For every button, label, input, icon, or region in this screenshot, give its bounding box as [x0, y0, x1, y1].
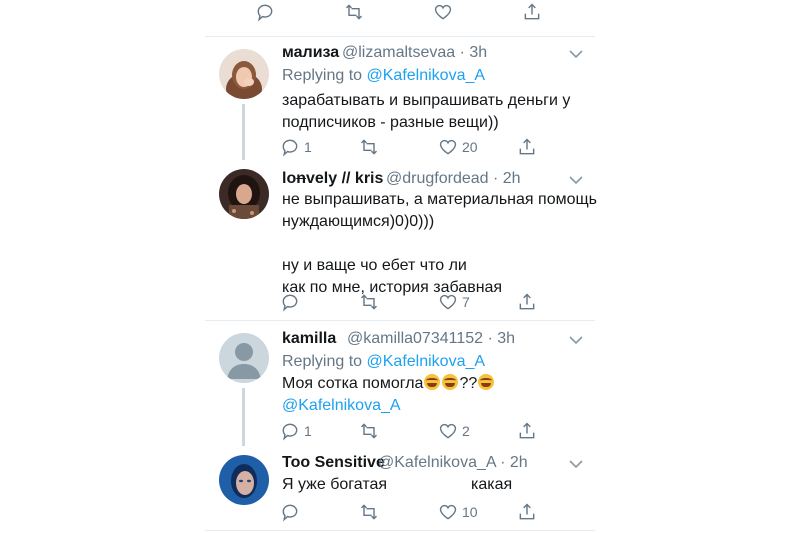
author-name[interactable]: lonvely // kris [282, 170, 383, 188]
tweet-text-line: нуждающимся)0)0))) [282, 213, 435, 230]
author-name-strike: n [296, 170, 306, 187]
like-button[interactable]: 10 [438, 502, 478, 522]
tweet-text-before: Я уже богатая [282, 476, 388, 493]
share-icon [519, 293, 535, 310]
tweet-text: Моя сотка помогла?? @Kafelnikova_A [282, 373, 495, 417]
reply-count: 1 [304, 139, 312, 155]
share-button[interactable] [517, 137, 537, 157]
retweet-icon [360, 504, 378, 520]
like-button[interactable]: 20 [438, 137, 478, 157]
reply-icon [257, 4, 273, 22]
laughing-emoji-icon [442, 374, 459, 390]
share-button[interactable] [517, 502, 537, 522]
like-button[interactable]: 7 [438, 292, 470, 312]
share-icon [524, 3, 540, 20]
retweet-icon [360, 139, 378, 155]
author-name-part: vely // kris [306, 170, 384, 187]
reply-button[interactable]: 1 [280, 137, 312, 157]
laughing-emoji-icon [478, 374, 495, 390]
tweet-text-line: Моя сотка помогла?? [282, 373, 495, 395]
mention-link[interactable]: @Kafelnikova_A [282, 395, 495, 417]
mention-link[interactable]: @Kafelnikova_A [367, 353, 486, 370]
tweet-text-line: ну и ваще чо ебет что ли [282, 257, 467, 274]
replying-to: Replying to @Kafelnikova_A [282, 353, 485, 371]
tweet-text-after: какая [471, 476, 513, 493]
divider [205, 530, 595, 531]
top-like-button[interactable] [433, 2, 453, 22]
replying-to-label: Replying to [282, 353, 363, 370]
top-share-button[interactable] [522, 2, 542, 22]
like-count: 20 [462, 139, 478, 155]
tweet-text-line: подписчиков - разные вещи)) [282, 114, 499, 131]
thread-line [242, 388, 245, 446]
laughing-emoji-icon [424, 374, 441, 390]
retweet-button[interactable] [359, 421, 379, 441]
mention-link[interactable]: @Kafelnikova_A [367, 67, 486, 84]
tweet-text-line: зарабатывать и выпрашивать деньги у [282, 92, 571, 109]
top-reply-button[interactable] [255, 2, 275, 22]
share-button[interactable] [517, 292, 537, 312]
reply-icon [282, 423, 298, 441]
like-icon [439, 504, 457, 520]
chevron-down-icon[interactable] [569, 335, 583, 345]
like-icon [439, 423, 457, 439]
share-icon [519, 138, 535, 155]
reply-button[interactable]: 1 [280, 421, 312, 441]
reply-button[interactable] [280, 502, 300, 522]
divider [205, 36, 595, 37]
retweet-icon [345, 4, 363, 20]
share-icon [519, 503, 535, 520]
like-icon [439, 294, 457, 310]
thread-line [242, 104, 245, 160]
replying-to-label: Replying to [282, 67, 363, 84]
like-button[interactable]: 2 [438, 421, 470, 441]
tweet-text-main: Моя сотка помогла [282, 375, 424, 392]
chevron-down-icon[interactable] [569, 49, 583, 59]
reply-button[interactable] [280, 292, 300, 312]
chevron-down-icon[interactable] [569, 459, 583, 469]
retweet-icon [360, 294, 378, 310]
avatar[interactable] [219, 169, 269, 219]
top-retweet-button[interactable] [344, 2, 364, 22]
like-count: 7 [462, 294, 470, 310]
author-name[interactable]: мализа [282, 44, 339, 62]
author-name[interactable]: Too Sensitive [282, 454, 385, 472]
retweet-button[interactable] [359, 137, 379, 157]
like-count: 2 [462, 423, 470, 439]
tweet-text: зарабатывать и выпрашивать деньги у подп… [282, 90, 570, 134]
author-handle: @Kafelnikova_A · 2h [378, 454, 528, 471]
retweet-icon [360, 423, 378, 439]
author-name-part: lo [282, 170, 297, 187]
replying-to: Replying to @Kafelnikova_A [282, 67, 485, 85]
divider [205, 320, 595, 321]
chevron-down-icon[interactable] [569, 175, 583, 185]
avatar[interactable] [219, 333, 269, 383]
retweet-button[interactable] [359, 502, 379, 522]
like-icon [434, 4, 452, 20]
like-icon [439, 139, 457, 155]
tweet-text-qq: ?? [459, 375, 478, 392]
reply-count: 1 [304, 423, 312, 439]
share-icon [519, 422, 535, 439]
avatar[interactable] [219, 455, 269, 505]
tweet-text-line: не выпрашивать, а материальная помощь [282, 191, 597, 208]
tweet-text: Я уже богатая какая [282, 474, 512, 496]
author-name[interactable]: kamilla [282, 330, 336, 348]
reply-icon [282, 504, 298, 522]
avatar[interactable] [219, 49, 269, 99]
tweet-text-line [282, 233, 597, 255]
author-handle: @drugfordead · 2h [386, 170, 521, 187]
author-handle: @kamilla07341152 · 3h [347, 330, 516, 347]
reply-icon [282, 294, 298, 312]
like-count: 10 [462, 504, 478, 520]
share-button[interactable] [517, 421, 537, 441]
tweet-text: не выпрашивать, а материальная помощь ну… [282, 189, 597, 299]
retweet-button[interactable] [359, 292, 379, 312]
author-handle: @lizamaltsevaa · 3h [342, 44, 488, 61]
reply-icon [282, 139, 298, 157]
